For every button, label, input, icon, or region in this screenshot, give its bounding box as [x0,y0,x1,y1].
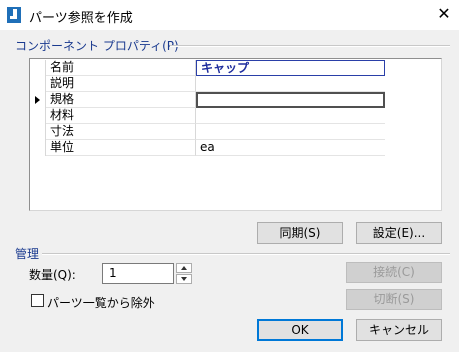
property-row-name[interactable]: 名前 キャップ [30,60,385,76]
row-header [30,92,46,108]
quantity-input[interactable]: 1 [102,263,174,284]
quantity-label: 数量(Q): [29,268,76,282]
property-value-standard[interactable] [196,92,385,108]
row-header [30,60,46,76]
property-row-dimension[interactable]: 寸法 [30,124,385,140]
connect-button[interactable]: 接続(C) [346,262,442,283]
exclude-from-parts-list-checkbox[interactable] [31,294,44,307]
title-bar: パーツ参照を作成 ✕ [0,0,459,30]
row-header [30,124,46,140]
stepper-down-button[interactable] [176,274,192,284]
properties-divider [170,45,450,47]
property-value-material[interactable] [196,108,385,124]
ok-button[interactable]: OK [257,319,343,341]
settings-button[interactable]: 設定(E)... [356,222,442,244]
manage-divider [42,253,450,255]
property-row-standard[interactable]: 規格 [30,92,385,108]
property-row-description[interactable]: 説明 [30,76,385,92]
property-row-unit[interactable]: 単位 ea [30,140,385,156]
chevron-up-icon [181,266,187,270]
property-name: 説明 [46,76,196,92]
exclude-from-parts-list-label[interactable]: パーツ一覧から除外 [47,294,155,311]
property-value-dimension[interactable] [196,124,385,140]
disconnect-button[interactable]: 切断(S) [346,289,442,310]
property-name: 名前 [46,60,196,76]
property-value-description[interactable] [196,76,385,92]
close-icon[interactable]: ✕ [434,4,454,24]
property-row-material[interactable]: 材料 [30,108,385,124]
property-value-unit[interactable]: ea [196,140,385,156]
properties-grid[interactable]: 名前 キャップ 説明 規格 材料 寸法 単位 ea [29,58,442,211]
sync-button[interactable]: 同期(S) [257,222,343,244]
property-name: 寸法 [46,124,196,140]
window-title: パーツ参照を作成 [29,11,133,26]
app-icon [7,7,21,23]
row-header [30,140,46,156]
property-value-name[interactable]: キャップ [196,60,385,76]
chevron-down-icon [181,277,187,281]
current-row-arrow-icon [35,96,40,104]
stepper-up-button[interactable] [176,263,192,273]
property-name: 規格 [46,92,196,108]
quantity-stepper[interactable] [176,263,192,284]
manage-section-label: 管理 [15,247,40,261]
cancel-button[interactable]: キャンセル [356,319,442,341]
property-name: 単位 [46,140,196,156]
properties-section-label: コンポーネント プロパティ(P) [15,39,179,53]
row-header [30,108,46,124]
property-name: 材料 [46,108,196,124]
row-header [30,76,46,92]
